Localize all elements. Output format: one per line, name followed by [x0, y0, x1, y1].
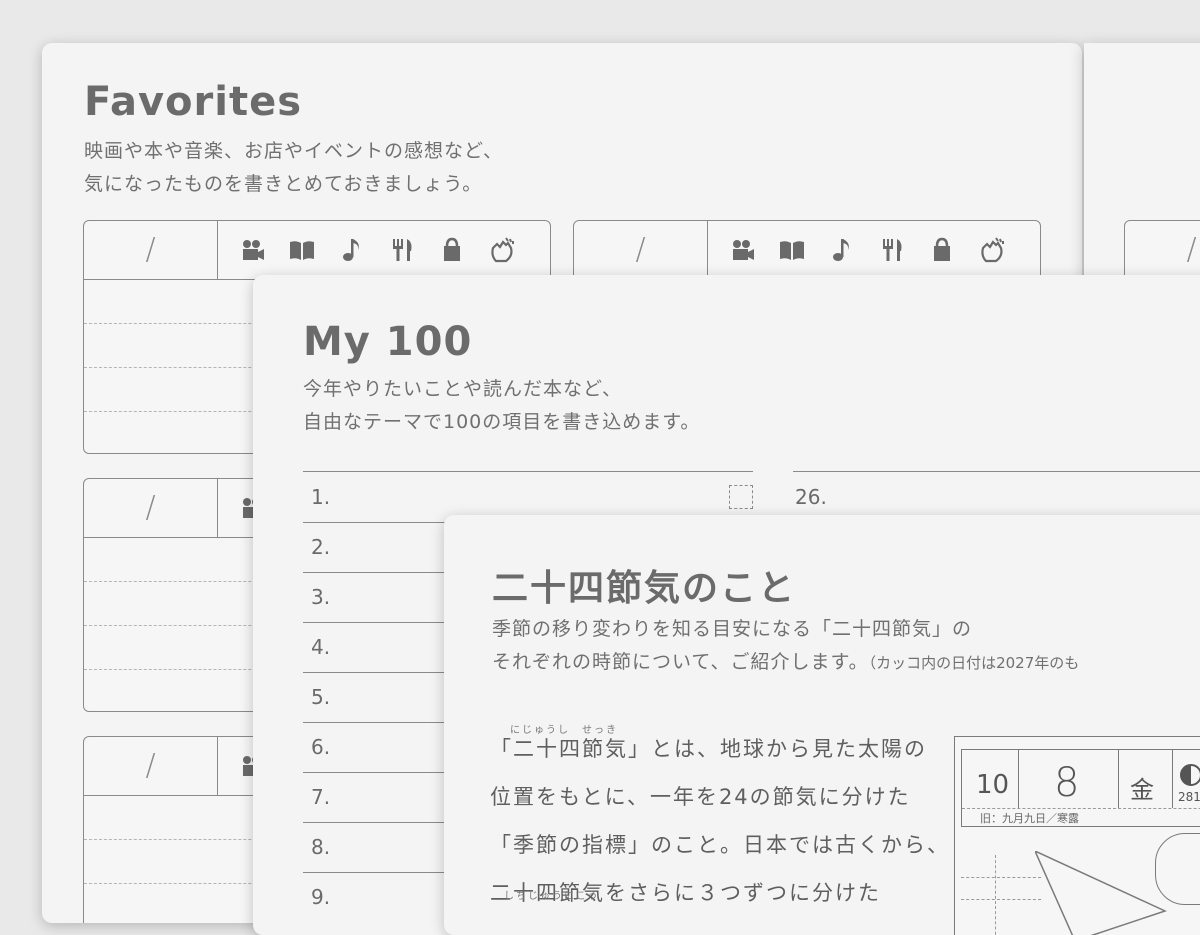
clapping-hands-icon[interactable] [488, 236, 516, 264]
sekki-description: 季節の移り変わりを知る目安になる「二十四節気」の それぞれの時節について、ご紹介… [492, 613, 1079, 680]
date-field[interactable]: / [84, 221, 218, 279]
music-note-icon[interactable] [828, 236, 856, 264]
my100-title: My 100 [303, 319, 473, 365]
sekki-title: 二十四節気のこと [492, 568, 797, 609]
moon-phase-icon [1180, 764, 1200, 786]
category-icons [708, 221, 1006, 279]
my100-desc-line-2: 自由なテーマで100の項目を書き込めます。 [303, 411, 701, 433]
sekki-desc-line-2: それぞれの時節について、ご紹介します。（カッコ内の日付は2027年のも [492, 651, 1080, 673]
favorites-title: Favorites [84, 79, 303, 125]
sekki-page: 二十四節気のこと 季節の移り変わりを知る目安になる「二十四節気」の それぞれの時… [444, 515, 1200, 935]
favorites-description: 映画や本や音楽、お店やイベントの感想など、 気になったものを書きとめておきましょ… [84, 135, 503, 201]
divider [1118, 750, 1119, 808]
clapping-hands-icon[interactable] [978, 236, 1006, 264]
fork-knife-icon[interactable] [388, 236, 416, 264]
item-checkbox[interactable] [729, 485, 753, 509]
my100-desc-line-1: 今年やりたいことや読んだ本など、 [303, 378, 623, 400]
fork-knife-icon[interactable] [878, 236, 906, 264]
card-header: / [84, 221, 550, 280]
shopping-bag-icon[interactable] [438, 236, 466, 264]
body-line-1: 「二十四節気」とは、地球から見た太陽の [490, 737, 927, 761]
old-calendar-date: 旧：九月九日／寒露 [980, 812, 1079, 825]
date-field[interactable]: / [84, 737, 218, 795]
date-field[interactable]: / [84, 479, 218, 537]
shopping-bag-icon[interactable] [928, 236, 956, 264]
my100-description: 今年やりたいことや読んだ本など、 自由なテーマで100の項目を書き込めます。 [303, 373, 700, 439]
calendar-sample: 10 8 金 281 旧：九月九日／寒露 [954, 736, 1200, 935]
calendar-month: 10 [976, 770, 1010, 800]
favorites-desc-line-1: 映画や本や音楽、お店やイベントの感想など、 [84, 140, 504, 162]
body-line-3: 「季節の指標」のこと。日本では古くから、 [490, 833, 950, 857]
favorites-desc-line-2: 気になったものを書きとめておきましょう。 [84, 173, 483, 195]
divider [1018, 750, 1019, 808]
dashed-line [995, 855, 996, 935]
film-camera-icon[interactable] [728, 236, 756, 264]
calendar-weekday: 金 [1130, 776, 1154, 804]
body-line-2: 位置をもとに、一年を24の節気に分けた [490, 785, 911, 809]
card-header: / [1125, 221, 1200, 280]
day-of-year: 281 [1178, 790, 1200, 804]
date-field[interactable]: / [1125, 221, 1200, 279]
sekki-desc-note: （カッコ内の日付は2027年のも [868, 654, 1080, 672]
music-note-icon[interactable] [338, 236, 366, 264]
book-icon[interactable] [778, 236, 806, 264]
calendar-day: 8 [1054, 760, 1080, 806]
book-icon[interactable] [288, 236, 316, 264]
film-camera-icon[interactable] [238, 236, 266, 264]
calendar-day-box: 10 8 金 281 旧：九月九日／寒露 [961, 749, 1200, 827]
divider [1172, 750, 1173, 808]
speech-bubble-tail [1035, 851, 1168, 935]
dashed-line [961, 877, 1041, 878]
sekki-desc-line-1: 季節の移り変わりを知る目安になる「二十四節気」の [492, 618, 973, 640]
card-header: / [574, 221, 1040, 280]
date-field[interactable]: / [574, 221, 708, 279]
category-icons [218, 221, 516, 279]
dashed-line [962, 808, 1200, 809]
